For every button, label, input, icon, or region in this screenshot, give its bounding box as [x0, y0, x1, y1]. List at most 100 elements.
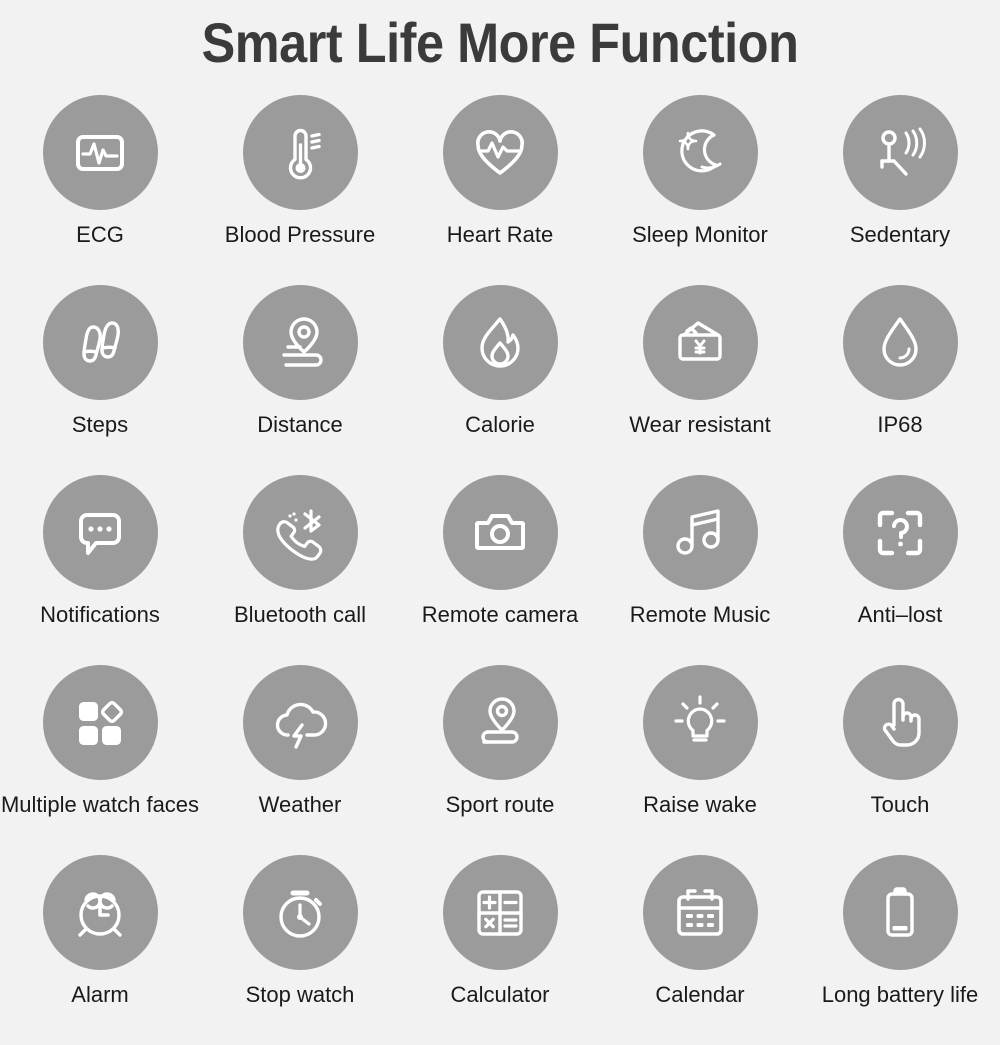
feature-item-notifications[interactable]: Notifications: [0, 475, 200, 665]
feature-label: Stop watch: [245, 982, 355, 1007]
feature-item-wear-resistant[interactable]: Wear resistant: [600, 285, 800, 475]
speech-bubble-dots-icon: [79, 512, 121, 555]
water-drop-icon: [882, 316, 918, 367]
feature-label: Wear resistant: [629, 412, 771, 437]
feature-label: Heart Rate: [446, 222, 554, 247]
feature-label: Multiple watch faces: [0, 792, 200, 817]
feature-item-heart-rate[interactable]: Heart Rate: [400, 95, 600, 285]
lightbulb-icon: [674, 694, 726, 742]
feature-label: Blood Pressure: [224, 222, 376, 247]
map-pin-road-icon: [282, 316, 323, 367]
feature-item-calendar[interactable]: Calendar: [600, 855, 800, 1045]
feature-label: Distance: [257, 412, 343, 437]
icon-badge: [842, 475, 958, 590]
feature-grid-page: Smart Life More Function ECG Blood Press…: [0, 0, 1000, 1006]
watch-faces-grid-icon: [79, 700, 124, 745]
thermometer-icon: [288, 128, 321, 180]
route-pin-icon: [481, 696, 519, 744]
feature-label: Remote camera: [421, 602, 579, 627]
icon-badge: [242, 285, 358, 400]
feature-label: Calendar: [655, 982, 745, 1007]
icon-badge: [242, 855, 358, 970]
feature-label: Sedentary: [849, 222, 951, 247]
feature-item-sleep-monitor[interactable]: Sleep Monitor: [600, 95, 800, 285]
icon-badge: [842, 855, 958, 970]
feature-item-blood-pressure[interactable]: Blood Pressure: [200, 95, 400, 285]
feature-label: ECG: [76, 222, 124, 247]
footprints-icon: [82, 320, 120, 363]
camera-icon: [475, 513, 525, 550]
feature-item-steps[interactable]: Steps: [0, 285, 200, 475]
feature-item-distance[interactable]: Distance: [200, 285, 400, 475]
icon-badge: [642, 475, 758, 590]
feature-label: Steps: [71, 412, 129, 437]
feature-item-raise-wake[interactable]: Raise wake: [600, 665, 800, 855]
feature-item-multiple-watch-faces[interactable]: Multiple watch faces: [0, 665, 200, 855]
feature-label: Raise wake: [643, 792, 757, 817]
feature-item-anti-lost[interactable]: Anti–lost: [800, 475, 1000, 665]
icon-badge: [442, 855, 558, 970]
icon-badge: [642, 855, 758, 970]
icon-badge: [642, 285, 758, 400]
heart-pulse-icon: [476, 129, 524, 175]
moon-star-icon: [678, 128, 722, 172]
feature-label: Sport route: [445, 792, 555, 817]
feature-label: Sleep Monitor: [632, 222, 768, 247]
icon-badge: [242, 665, 358, 780]
wallet-yen-icon: [678, 320, 722, 361]
icon-badge: [642, 665, 758, 780]
icon-badge: [442, 95, 558, 210]
feature-label: Anti–lost: [857, 602, 943, 627]
feature-label: Notifications: [40, 602, 160, 627]
stopwatch-icon: [279, 890, 322, 938]
ecg-icon: [76, 134, 124, 171]
icon-badge: [642, 95, 758, 210]
feature-item-sedentary[interactable]: Sedentary: [800, 95, 1000, 285]
phone-bluetooth-icon: [276, 508, 323, 561]
feature-item-calorie[interactable]: Calorie: [400, 285, 600, 475]
feature-label: IP68: [877, 412, 923, 437]
question-scan-icon: [877, 510, 923, 555]
icon-badge: [42, 285, 158, 400]
icon-badge: [442, 665, 558, 780]
feature-item-remote-music[interactable]: Remote Music: [600, 475, 800, 665]
icon-badge: [42, 855, 158, 970]
feature-item-stop-watch[interactable]: Stop watch: [200, 855, 400, 1045]
feature-label: Weather: [258, 792, 342, 817]
flame-icon: [480, 316, 520, 368]
icon-badge: [42, 475, 158, 590]
calendar-icon: [677, 888, 723, 936]
feature-label: Long battery life: [821, 982, 979, 1007]
feature-item-calculator[interactable]: Calculator: [400, 855, 600, 1045]
battery-icon: [886, 886, 914, 937]
icon-badge: [42, 665, 158, 780]
feature-item-ip68[interactable]: IP68: [800, 285, 1000, 475]
cloud-lightning-icon: [275, 702, 328, 749]
icon-badge: [42, 95, 158, 210]
icon-badge: [842, 665, 958, 780]
feature-label: Bluetooth call: [233, 602, 367, 627]
icon-badge: [842, 285, 958, 400]
icon-badge: [442, 285, 558, 400]
icon-badge: [242, 95, 358, 210]
feature-item-remote-camera[interactable]: Remote camera: [400, 475, 600, 665]
calculator-icon: [477, 889, 523, 936]
feature-item-bluetooth-call[interactable]: Bluetooth call: [200, 475, 400, 665]
feature-label: Calorie: [465, 412, 535, 437]
feature-label: Calculator: [450, 982, 550, 1007]
feature-item-long-battery-life[interactable]: Long battery life: [800, 855, 1000, 1045]
feature-label: Touch: [870, 792, 930, 817]
alarm-clock-icon: [78, 891, 122, 937]
feature-label: Alarm: [71, 982, 129, 1007]
feature-item-alarm[interactable]: Alarm: [0, 855, 200, 1045]
icon-badge: [242, 475, 358, 590]
music-note-icon: [676, 508, 720, 555]
feature-item-ecg[interactable]: ECG: [0, 95, 200, 285]
feature-item-sport-route[interactable]: Sport route: [400, 665, 600, 855]
feature-item-touch[interactable]: Touch: [800, 665, 1000, 855]
seated-person-vibration-icon: [880, 127, 926, 176]
pointing-hand-icon: [882, 697, 921, 747]
feature-item-weather[interactable]: Weather: [200, 665, 400, 855]
page-title: Smart Life More Function: [201, 11, 799, 74]
icon-badge: [442, 475, 558, 590]
